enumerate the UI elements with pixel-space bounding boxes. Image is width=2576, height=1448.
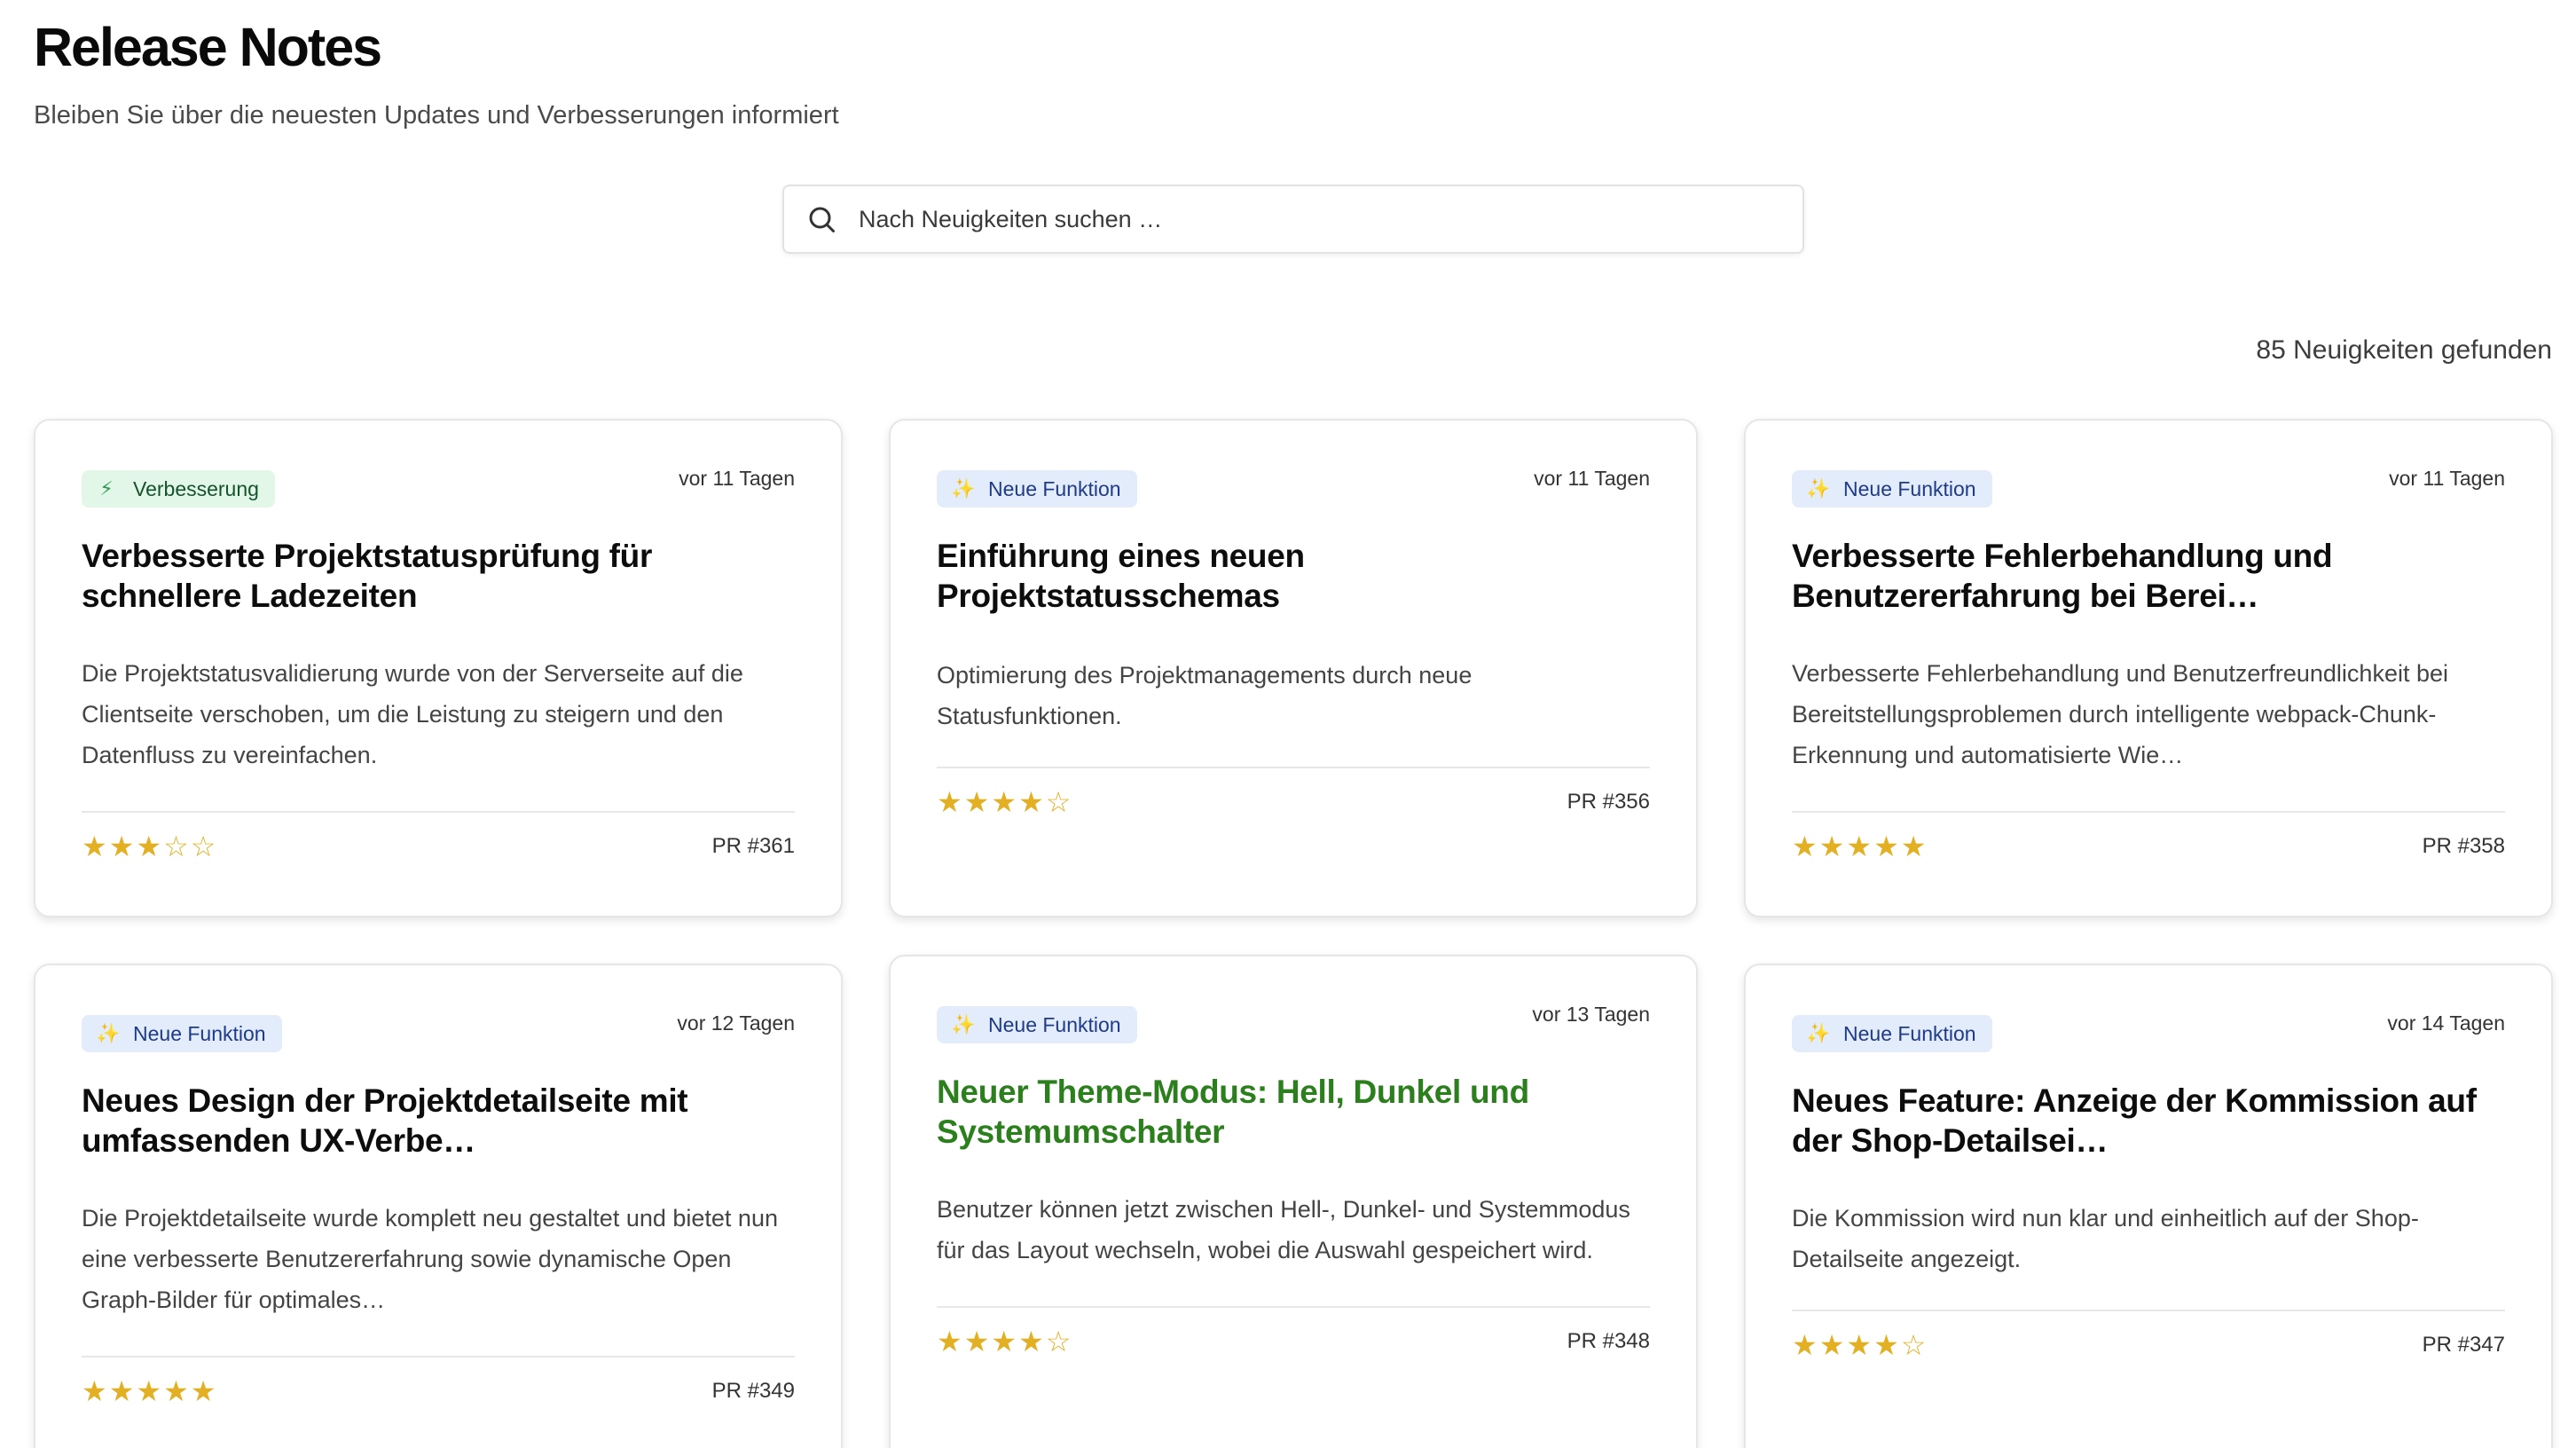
star-filled-icon: ★ (163, 1375, 189, 1407)
pr-number: PR #347 (2422, 1333, 2505, 1357)
card-title[interactable]: Verbesserte Fehlerbehandlung und Benutze… (1792, 536, 2505, 616)
release-card[interactable]: ✨ Neue Funktion vor 12 Tagen Neues Desig… (34, 964, 843, 1448)
card-title[interactable]: Neues Feature: Anzeige der Kommission au… (1792, 1081, 2505, 1161)
release-date: vor 11 Tagen (1534, 467, 1650, 490)
star-filled-icon: ★ (1846, 1329, 1873, 1361)
pr-number: PR #348 (1567, 1329, 1650, 1353)
sparkles-icon: ✨ (1806, 477, 1831, 500)
star-rating: ★ ★ ★ ★ ☆ (1792, 1329, 1926, 1361)
release-date: vor 14 Tagen (2387, 1011, 2505, 1035)
search-input[interactable] (859, 205, 1802, 233)
release-card[interactable]: ✨ Neue Funktion vor 11 Tagen Einführung … (889, 419, 1698, 917)
release-card[interactable]: ✨ Neue Funktion vor 13 Tagen Neuer Theme… (889, 955, 1698, 1448)
category-badge: ✨ Neue Funktion (1792, 470, 1992, 508)
release-date: vor 12 Tagen (677, 1011, 795, 1035)
sparkles-icon: ✨ (951, 477, 976, 500)
release-date: vor 11 Tagen (679, 467, 795, 490)
card-title[interactable]: Einführung eines neuen Projektstatussche… (937, 536, 1650, 616)
star-filled-icon: ★ (1018, 1326, 1044, 1358)
star-filled-icon: ★ (991, 1326, 1017, 1358)
card-description: Die Projektstatusvalidierung wurde von d… (82, 660, 743, 768)
star-filled-icon: ★ (963, 1326, 990, 1358)
star-filled-icon: ★ (136, 1375, 162, 1407)
card-description: Die Kommission wird nun klar und einheit… (1792, 1205, 2419, 1272)
pr-number: PR #356 (1567, 790, 1650, 814)
card-description: Benutzer können jetzt zwischen Hell-, Du… (937, 1196, 1630, 1263)
results-count: 85 Neuigkeiten gefunden (2256, 335, 2552, 365)
star-rating: ★ ★ ★ ★ ☆ (937, 786, 1071, 818)
release-card[interactable]: ⚡ Verbesserung vor 11 Tagen Verbesserte … (34, 419, 843, 917)
star-empty-icon: ☆ (1045, 786, 1072, 818)
star-rating: ★ ★ ★ ☆ ☆ (82, 830, 216, 862)
star-filled-icon: ★ (991, 786, 1017, 818)
release-card[interactable]: ✨ Neue Funktion vor 14 Tagen Neues Featu… (1744, 964, 2553, 1448)
card-description: Verbesserte Fehlerbehandlung und Benutze… (1792, 660, 2448, 768)
star-filled-icon: ★ (82, 1375, 107, 1407)
release-card-grid: ⚡ Verbesserung vor 11 Tagen Verbesserte … (34, 419, 2553, 1448)
release-date: vor 13 Tagen (1532, 1003, 1650, 1026)
category-badge: ✨ Neue Funktion (82, 1015, 282, 1052)
lightning-icon: ⚡ (99, 477, 114, 500)
star-rating: ★ ★ ★ ★ ★ (1792, 830, 1926, 862)
sparkles-icon: ✨ (96, 1022, 121, 1044)
star-filled-icon: ★ (190, 1375, 216, 1407)
star-rating: ★ ★ ★ ★ ★ (82, 1375, 216, 1407)
star-filled-icon: ★ (108, 1375, 135, 1407)
star-filled-icon: ★ (1873, 1329, 1899, 1361)
star-empty-icon: ☆ (190, 830, 216, 862)
star-rating: ★ ★ ★ ★ ☆ (937, 1326, 1071, 1358)
category-badge: ⚡ Verbesserung (82, 470, 275, 508)
page-subtitle: Bleiben Sie über die neuesten Updates un… (34, 101, 839, 130)
pr-number: PR #358 (2422, 834, 2505, 858)
category-badge: ✨ Neue Funktion (1792, 1015, 1992, 1052)
star-filled-icon: ★ (1900, 830, 1927, 862)
pr-number: PR #361 (711, 834, 795, 858)
star-filled-icon: ★ (1792, 830, 1818, 862)
card-title[interactable]: Neues Design der Projektdetailseite mit … (82, 1081, 795, 1161)
sparkles-icon: ✨ (951, 1013, 976, 1035)
star-filled-icon: ★ (136, 830, 162, 862)
release-notes-page: Release Notes Bleiben Sie über die neues… (0, 0, 2576, 1448)
release-card[interactable]: ✨ Neue Funktion vor 11 Tagen Verbesserte… (1744, 419, 2553, 917)
card-description: Optimierung des Projektmanagements durch… (937, 662, 1473, 729)
category-badge: ✨ Neue Funktion (937, 470, 1137, 508)
star-empty-icon: ☆ (163, 830, 189, 862)
search-box[interactable] (782, 185, 1804, 254)
sparkles-icon: ✨ (1806, 1022, 1831, 1044)
star-filled-icon: ★ (937, 1326, 962, 1358)
star-filled-icon: ★ (1818, 1329, 1845, 1361)
star-filled-icon: ★ (1873, 830, 1899, 862)
star-filled-icon: ★ (82, 830, 107, 862)
star-filled-icon: ★ (108, 830, 135, 862)
star-filled-icon: ★ (1818, 830, 1845, 862)
card-title[interactable]: Verbesserte Projektstatusprüfung für sch… (82, 536, 795, 616)
star-filled-icon: ★ (937, 786, 962, 818)
page-title: Release Notes (34, 17, 382, 77)
search-icon (809, 207, 835, 232)
card-description: Die Projektdetailseite wurde komplett ne… (82, 1205, 778, 1313)
category-badge: ✨ Neue Funktion (937, 1006, 1137, 1043)
star-filled-icon: ★ (963, 786, 990, 818)
star-empty-icon: ☆ (1045, 1326, 1072, 1358)
star-empty-icon: ☆ (1900, 1329, 1927, 1361)
star-filled-icon: ★ (1018, 786, 1044, 818)
release-date: vor 11 Tagen (2389, 467, 2505, 490)
card-title[interactable]: Neuer Theme-Modus: Hell, Dunkel und Syst… (937, 1072, 1650, 1152)
star-filled-icon: ★ (1792, 1329, 1818, 1361)
pr-number: PR #349 (711, 1379, 795, 1403)
star-filled-icon: ★ (1846, 830, 1873, 862)
